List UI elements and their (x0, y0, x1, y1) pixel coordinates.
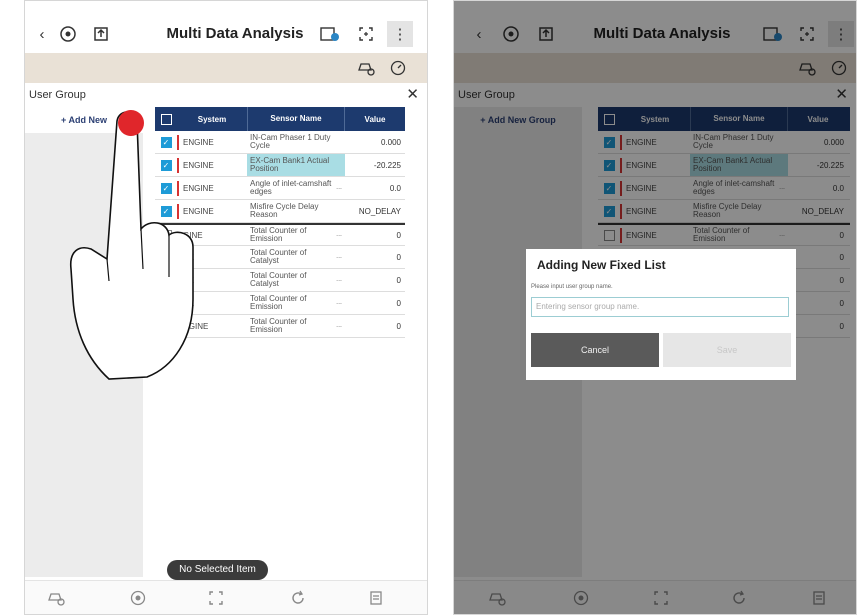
gauge-icon[interactable] (385, 55, 411, 81)
record-icon[interactable] (125, 585, 151, 611)
page-title: Multi Data Analysis (166, 25, 304, 42)
dialog-hint: Please input user group name. (531, 284, 613, 290)
touch-point-indicator (118, 110, 144, 136)
more-dots-icon[interactable]: ... (336, 184, 342, 192)
close-icon[interactable]: ✕ (406, 85, 419, 103)
value-cell: 0 (396, 252, 401, 262)
user-group-header: User Group ✕ (25, 85, 427, 105)
value-cell: 0 (396, 275, 401, 285)
vehicle-upload-icon[interactable] (89, 21, 115, 47)
value-cell: 0 (396, 230, 401, 240)
car-settings-icon[interactable] (353, 55, 379, 81)
more-dots-icon[interactable]: ... (336, 276, 342, 284)
sensor-name-text: Total Counter of Catalyst (250, 271, 307, 288)
value-cell: 0 (396, 298, 401, 308)
sensor-name-cell: Angle of inlet-camshaft edges... (247, 177, 345, 199)
header-value[interactable]: Value (345, 115, 405, 124)
vehicle-scan-icon[interactable] (55, 21, 81, 47)
fullscreen-icon[interactable] (203, 585, 229, 611)
toast-message: No Selected Item (167, 560, 268, 580)
sensor-name-cell: IN-Cam Phaser 1 Duty Cycle (247, 131, 345, 153)
sensor-name-cell: Total Counter of Catalyst... (247, 246, 345, 268)
more-dots-icon[interactable]: ... (336, 322, 342, 330)
sensor-name-text: Total Counter of Catalyst (250, 248, 307, 265)
sensor-name-text: EX-Cam Bank1 Actual Position (250, 156, 330, 173)
dialog-title: Adding New Fixed List (537, 258, 666, 272)
more-dots-icon[interactable]: ... (336, 299, 342, 307)
add-fixed-list-dialog: Adding New Fixed List Please input user … (526, 249, 796, 380)
header-sensor-name[interactable]: Sensor Name (247, 107, 345, 131)
value-cell: 0.000 (380, 137, 401, 147)
top-toolbar: ‹ Multi Data Analysis ⋮ (25, 15, 427, 53)
sensor-name-cell: Total Counter of Emission... (247, 292, 345, 314)
sensor-name-text: Total Counter of Emission (250, 317, 307, 334)
sensor-name-cell: Misfire Cycle Delay Reason (247, 200, 345, 222)
value-cell: NO_DELAY (358, 206, 401, 216)
value-cell: -20.225 (373, 160, 401, 170)
bottom-toolbar (25, 580, 427, 614)
back-arrow-icon[interactable]: ‹ (29, 21, 55, 47)
left-screenshot-panel: ‹ Multi Data Analysis ⋮ User Group ✕ + A… (24, 0, 428, 615)
sensor-name-cell: EX-Cam Bank1 Actual Position (247, 154, 345, 176)
fullscreen-icon[interactable] (353, 21, 379, 47)
touch-gesture-hand (69, 110, 194, 380)
right-screenshot-panel: ‹ Multi Data Analysis ⋮ User Group ✕ + A… (453, 0, 857, 615)
value-cell: 0 (396, 321, 401, 331)
sensor-name-text: IN-Cam Phaser 1 Duty Cycle (250, 133, 331, 150)
sensor-name-text: Total Counter of Emission (250, 294, 307, 311)
user-group-label: User Group (29, 89, 86, 101)
refresh-icon[interactable] (285, 585, 311, 611)
sub-toolbar (25, 53, 427, 83)
more-dots-icon[interactable]: ... (336, 253, 342, 261)
sensor-name-text: Total Counter of Emission (250, 226, 307, 243)
sensor-name-cell: Total Counter of Emission... (247, 224, 345, 246)
report-icon[interactable] (363, 585, 389, 611)
sensor-name-text: Angle of inlet-camshaft edges (250, 179, 332, 196)
more-vertical-icon[interactable]: ⋮ (387, 21, 413, 47)
sensor-name-cell: Total Counter of Catalyst... (247, 269, 345, 291)
sensor-name-text: Misfire Cycle Delay Reason (250, 202, 319, 219)
save-button[interactable]: Save (663, 333, 791, 367)
sensor-name-cell: Total Counter of Emission... (247, 315, 345, 337)
car-settings-icon[interactable] (43, 585, 69, 611)
cancel-button[interactable]: Cancel (531, 333, 659, 367)
value-cell: 0.0 (389, 183, 401, 193)
group-name-input[interactable]: Entering sensor group name. (531, 297, 789, 317)
more-dots-icon[interactable]: ... (336, 231, 342, 239)
calendar-badge-icon[interactable] (317, 21, 343, 47)
